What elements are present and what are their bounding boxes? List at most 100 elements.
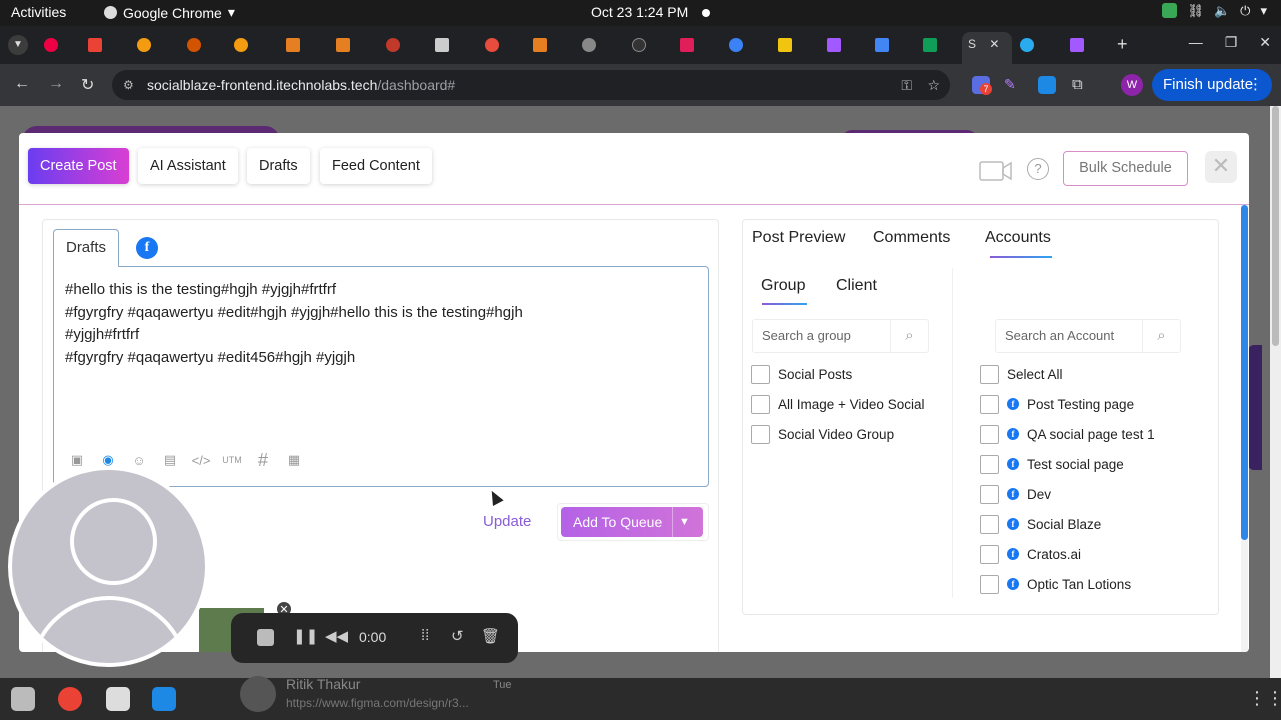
video-camera-icon[interactable] [979,160,1013,182]
checkbox[interactable] [980,454,999,474]
search-group-input[interactable]: Search a group ⌕ [752,319,929,353]
tab[interactable] [582,34,620,56]
code-icon[interactable]: </> [192,451,211,469]
active-tab[interactable]: S ✕ [962,32,1012,64]
tab[interactable] [1020,34,1058,56]
tab-drafts[interactable]: Drafts [247,148,310,184]
checkbox[interactable] [980,364,999,384]
tab[interactable] [187,34,225,56]
checkbox[interactable] [980,514,999,534]
close-window-icon[interactable]: ✕ [1259,34,1271,51]
checkbox[interactable] [980,484,999,504]
chrome-dock-icon[interactable] [58,687,82,711]
checkbox[interactable] [980,544,999,564]
ai-image-icon[interactable]: ▣ [68,451,86,469]
activities-button[interactable]: Activities [11,4,66,20]
tab-feed-content[interactable]: Feed Content [320,148,432,184]
help-icon[interactable]: ? [1027,158,1049,180]
update-button[interactable]: Update [483,513,531,530]
power-icon[interactable]: ⏻ [1240,3,1250,19]
tab[interactable] [386,34,424,56]
tab[interactable] [827,34,865,56]
minimize-icon[interactable]: — [1189,34,1203,51]
page-scrollbar[interactable] [1270,106,1281,678]
tab-accounts[interactable]: Accounts [985,229,1051,247]
tab[interactable] [44,34,82,56]
tab[interactable] [778,34,816,56]
select-all-item[interactable]: Select All [980,364,1063,384]
scrollbar-thumb[interactable] [1272,106,1279,346]
rewind-icon[interactable]: ◀◀ [325,627,348,645]
chevron-down-icon[interactable]: ▼ [679,507,690,537]
post-content[interactable]: #hello this is the testing#hgjh #yjgjh#f… [65,279,685,369]
checkbox[interactable] [980,394,999,414]
tray-menu-chevron-icon[interactable]: ▾ [1260,3,1267,19]
delete-trash-icon[interactable]: 🗑 [481,627,500,645]
back-arrow-icon[interactable]: ← [14,75,30,93]
clock[interactable]: Oct 23 1:24 PM [591,4,688,20]
pause-icon[interactable]: ❚❚ [293,627,318,645]
site-info-icon[interactable]: ⚙ [123,70,134,100]
tab[interactable] [680,34,718,56]
tab[interactable] [88,34,126,56]
extensions-puzzle-icon[interactable]: ⧉ [1072,76,1090,94]
checkbox[interactable] [980,574,999,594]
network-icon[interactable]: ⛓ [1187,3,1204,19]
subtab-group[interactable]: Group [761,277,805,295]
tab[interactable] [485,34,523,56]
tab[interactable] [435,34,473,56]
add-to-queue-button[interactable]: Add To Queue ▼ [561,507,703,537]
tab[interactable] [286,34,324,56]
finish-update-button[interactable]: Finish update ⋮ [1152,69,1272,101]
hashtag-icon[interactable]: # [254,450,272,470]
volume-icon[interactable]: 🔈 [1214,3,1230,19]
account-item[interactable]: f Social Blaze [980,514,1101,534]
address-bar[interactable]: ⚙ socialblaze-frontend.itechnolabs.tech/… [112,70,950,100]
scrollbar-thumb[interactable] [1241,205,1248,540]
pen-extension-icon[interactable]: ✎ [1004,76,1022,94]
checkbox[interactable] [751,364,770,384]
media-library-icon[interactable]: ▦ [285,451,303,469]
show-apps-grid-icon[interactable]: ⋮⋮⋮ [1248,688,1281,709]
editor-tab-drafts[interactable]: Drafts [53,229,119,267]
post-text-editor[interactable]: #hello this is the testing#hgjh #yjgjh#f… [53,266,709,487]
facebook-icon[interactable]: f [136,237,158,259]
reload-icon[interactable]: ↻ [81,75,94,95]
search-icon[interactable]: ⌕ [1142,320,1180,352]
tab[interactable] [729,34,767,56]
webcam-bubble[interactable] [8,466,209,667]
text-editor-icon[interactable] [106,687,130,711]
utm-icon[interactable]: UTM [222,451,242,469]
files-icon[interactable] [11,687,35,711]
tab[interactable] [875,34,913,56]
checkbox[interactable] [751,394,770,414]
account-item[interactable]: f QA social page test 1 [980,424,1155,444]
close-modal-icon[interactable]: ✕ [1205,151,1237,183]
account-item[interactable]: f Post Testing page [980,394,1134,414]
search-account-input[interactable]: Search an Account ⌕ [995,319,1181,353]
tab[interactable] [923,34,961,56]
tab-post-preview[interactable]: Post Preview [752,229,845,247]
tab[interactable] [234,34,272,56]
checkbox[interactable] [751,424,770,444]
bulk-schedule-button[interactable]: Bulk Schedule [1063,151,1188,186]
image-upload-icon[interactable]: ▤ [161,451,179,469]
emoji-icon[interactable]: ☺ [130,451,148,469]
password-key-icon[interactable]: ⚿ [901,70,912,100]
new-tab-plus-icon[interactable]: + [1117,34,1128,55]
tab-comments[interactable]: Comments [873,229,950,247]
tab-search-icon[interactable]: ▼ [8,35,28,55]
forward-arrow-icon[interactable]: → [48,75,64,93]
tab[interactable] [336,34,374,56]
account-item[interactable]: f Test social page [980,454,1124,474]
group-item[interactable]: All Image + Video Social [751,394,924,414]
tab-ai-assistant[interactable]: AI Assistant [138,148,238,184]
tab[interactable] [632,34,670,56]
drag-handle-icon[interactable]: ⁞⁞ [421,627,429,644]
profile-avatar[interactable]: W [1121,74,1143,96]
restart-icon[interactable]: ↺ [451,627,464,645]
search-icon[interactable]: ⌕ [890,320,928,352]
modal-scrollbar[interactable] [1241,205,1248,652]
account-item[interactable]: f Optic Tan Lotions [980,574,1131,594]
stop-recording-icon[interactable] [257,629,274,646]
